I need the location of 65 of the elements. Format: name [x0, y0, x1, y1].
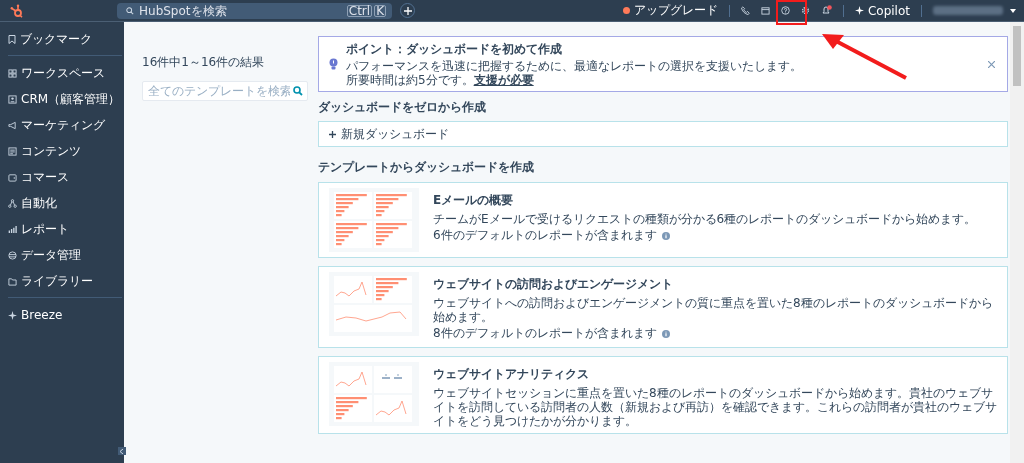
- template-title: Eメールの概要: [433, 192, 515, 209]
- tip-text: パフォーマンスを迅速に把握するために、最適なレポートの選択を支援いたします。所要時間は約5分です。支援が必要: [346, 59, 803, 87]
- copilot-button[interactable]: Copilot: [854, 3, 910, 18]
- sidebar-item[interactable]: コンテンツ: [8, 138, 122, 164]
- sidebar-item[interactable]: ブックマーク: [8, 26, 122, 52]
- sidebar-item[interactable]: Breeze: [8, 302, 122, 328]
- sidebar-item[interactable]: ワークスペース: [8, 60, 122, 86]
- shortcut-key: K: [374, 4, 386, 17]
- template-description: ウェブサイトセッションに重点を置いた8種のレポートのダッシュボードから始めます。貴社のウェブサイトを訪問している訪問者の人数（新規および再訪）を確認できます。これらの訪問者が貴社のウェブサイトをどう見つけたかが分かります。: [433, 386, 997, 428]
- phone-icon[interactable]: [740, 6, 750, 15]
- sidebar-item[interactable]: レポート: [8, 216, 122, 242]
- database-icon: [8, 250, 17, 260]
- result-count: 16件中1～16件の結果: [142, 54, 266, 71]
- collapse-sidebar-button[interactable]: [118, 447, 126, 455]
- close-button[interactable]: [986, 58, 997, 70]
- sparkle-icon: [854, 6, 864, 15]
- sidebar-item[interactable]: CRM（顧客管理）: [8, 86, 122, 112]
- wallet-icon: [8, 172, 17, 182]
- sidebar-item[interactable]: マーケティング: [8, 112, 122, 138]
- scrollbar[interactable]: [1010, 22, 1024, 463]
- template-title: ウェブサイトアナリティクス: [433, 366, 590, 383]
- plus-icon: [329, 130, 336, 138]
- tip-title: ポイント：ダッシュボードを初めて作成: [346, 41, 563, 58]
- notification-bell-icon[interactable]: [820, 5, 832, 16]
- report-count: 6件のデフォルトのレポートが含まれます: [433, 227, 657, 244]
- close-icon: [988, 60, 995, 68]
- bookmark-icon: [8, 34, 16, 44]
- template-description: ウェブサイトへの訪問およびエンゲージメントの質に重点を置いた8種のレポートのダッシュボードから始めます。: [433, 296, 994, 324]
- section-heading: ダッシュボードをゼロから作成: [318, 99, 487, 116]
- search-icon: [126, 6, 134, 15]
- template-card[interactable]: ウェブサイトアナリティクス ウェブサイトセッションに重点を置いた8種のレポートのダッシュボードから始めます。貴社のウェブサイトを訪問している訪問者の人数（新規および再訪）を確認できます。これらの訪問者が貴社のウェブサイトをどう見つけたかが分かります。: [318, 356, 1008, 434]
- grid-icon: [8, 68, 17, 78]
- sidebar-item[interactable]: コマース: [8, 164, 122, 190]
- info-icon[interactable]: [661, 329, 670, 338]
- info-icon[interactable]: [661, 231, 670, 240]
- lightbulb-icon: [329, 57, 338, 71]
- folder-icon: [8, 276, 17, 286]
- sidebar-item[interactable]: ライブラリー: [8, 268, 122, 294]
- chevron-left-icon: [120, 448, 124, 454]
- template-description: チームがEメールで受けるリクエストの種類が分かる6種のレポートのダッシュボードから始めます。: [433, 212, 978, 226]
- sidebar-item[interactable]: 自動化: [8, 190, 122, 216]
- bar-chart-icon: [8, 224, 17, 234]
- document-icon: [8, 146, 17, 156]
- calendar-icon[interactable]: [760, 6, 770, 15]
- section-heading: テンプレートからダッシュボードを作成: [318, 159, 535, 176]
- highlight-box: [776, 0, 807, 25]
- report-count: 8件のデフォルトのレポートが含まれます: [433, 325, 657, 342]
- search-icon[interactable]: [293, 86, 303, 96]
- contact-card-icon: [8, 94, 17, 104]
- help-link[interactable]: 支援が必要: [473, 73, 534, 87]
- sidebar-item[interactable]: データ管理: [8, 242, 122, 268]
- template-title: ウェブサイトの訪問およびエンゲージメント: [433, 276, 674, 293]
- nodes-icon: [8, 198, 17, 208]
- megaphone-icon: [8, 120, 17, 130]
- upgrade-button[interactable]: アップグレード: [622, 2, 718, 19]
- sparkle-icon: [8, 310, 17, 320]
- shortcut-key: Ctrl: [346, 4, 373, 17]
- caret-icon[interactable]: [1010, 8, 1016, 13]
- template-card[interactable]: Eメールの概要 チームがEメールで受けるリクエストの種類が分かる6種のレポートのダッシュボードから始めます。 6件のデフォルトのレポートが含まれます: [318, 182, 1008, 258]
- plus-icon: [403, 6, 412, 15]
- new-dashboard-button[interactable]: 新規ダッシュボード: [318, 121, 1008, 147]
- sprocket-logo-icon[interactable]: [10, 3, 24, 18]
- settings-icon[interactable]: [800, 6, 810, 15]
- template-card[interactable]: ウェブサイトの訪問およびエンゲージメント ウェブサイトへの訪問およびエンゲージメントの質に重点を置いた8種のレポートのダッシュボードから始めます。 8件のデフォルトのレポートが含まれます: [318, 266, 1008, 348]
- help-icon[interactable]: [780, 6, 790, 15]
